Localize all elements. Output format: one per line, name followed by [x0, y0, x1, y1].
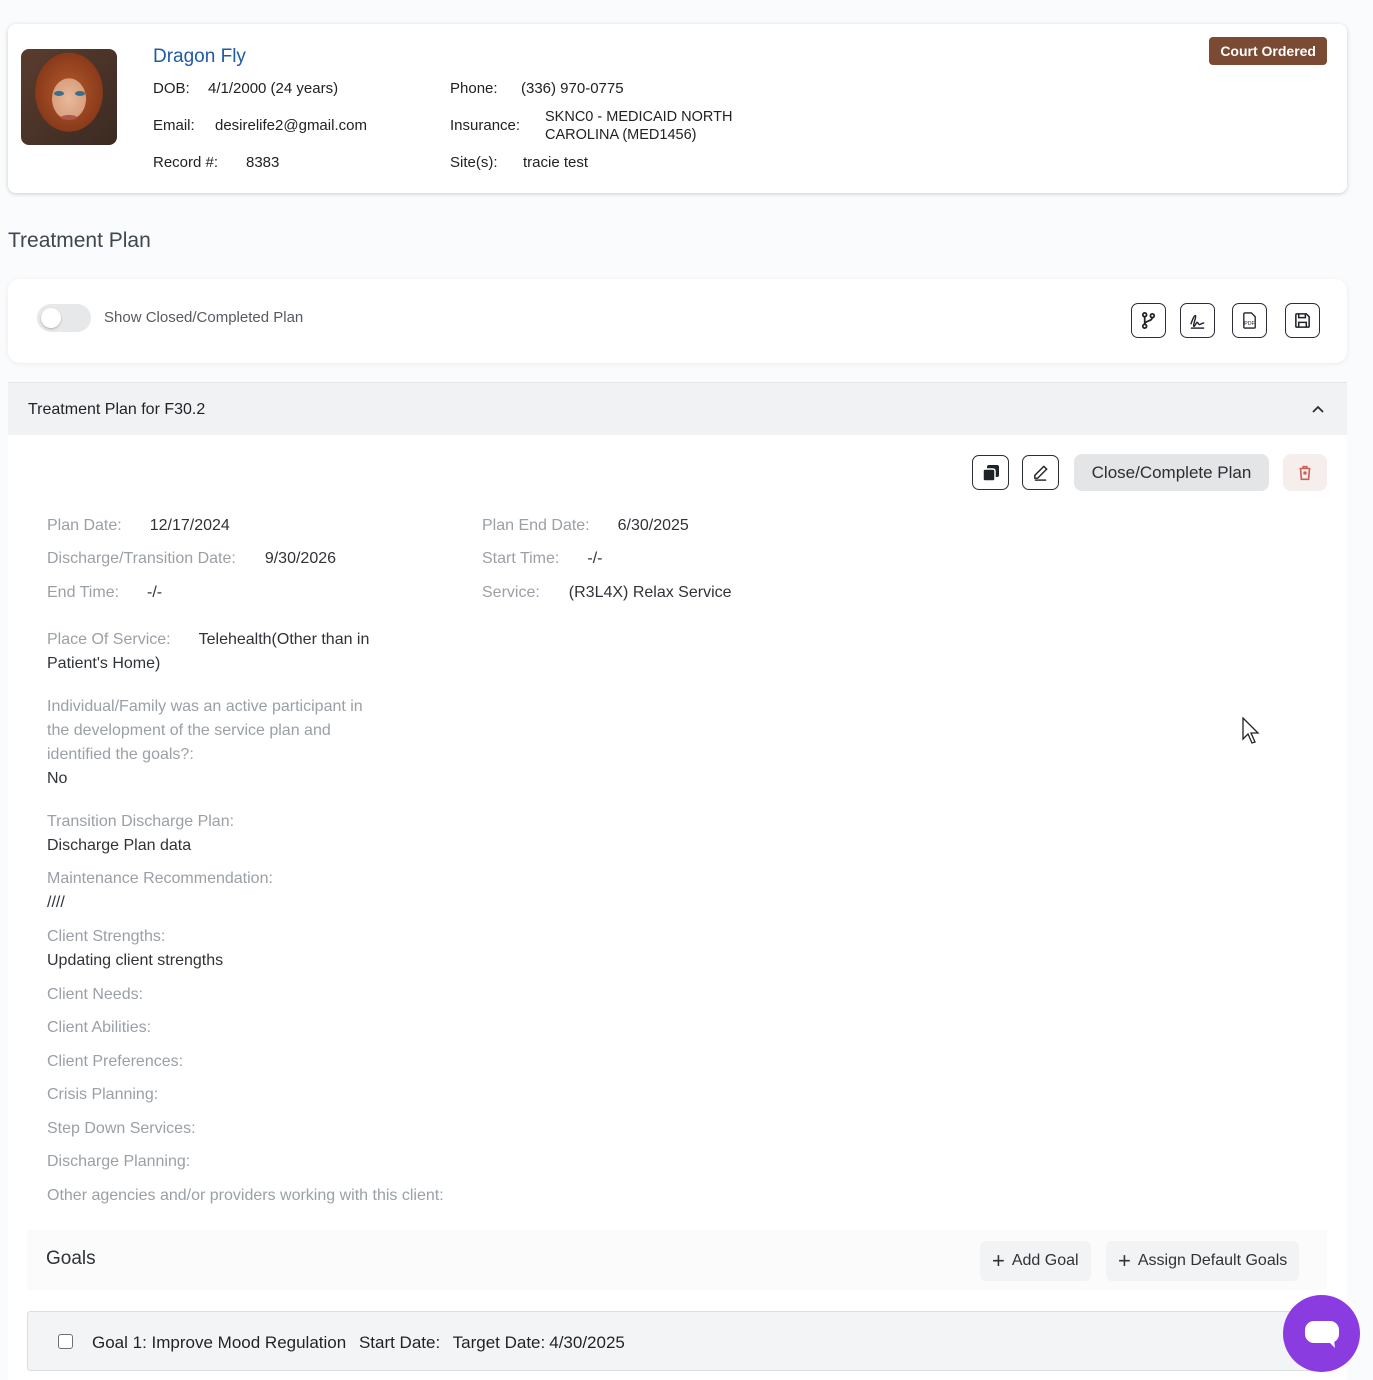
plan-accordion-title: Treatment Plan for F30.2: [28, 401, 206, 418]
delete-plan-button[interactable]: [1283, 454, 1327, 491]
plus-icon: +: [1118, 1248, 1131, 1273]
maintenance-recommendation: Maintenance Recommendation: ////: [47, 870, 273, 911]
plan-date: Plan Date: 12/17/2024: [47, 517, 230, 534]
edit-plan-button[interactable]: [1022, 455, 1059, 490]
client-sites: Site(s): tracie test: [450, 154, 589, 171]
discharge-planning: Discharge Planning:: [47, 1153, 191, 1170]
court-ordered-badge: Court Ordered: [1209, 37, 1327, 65]
pencil-icon: [1034, 465, 1048, 481]
sign-button[interactable]: [1180, 303, 1215, 338]
client-phone: Phone: (336) 970-0775: [450, 80, 624, 97]
plan-toolbar: Show Closed/Completed Plan PDF: [8, 279, 1347, 363]
close-complete-plan-button[interactable]: Close/Complete Plan: [1074, 454, 1269, 491]
crisis-planning: Crisis Planning:: [47, 1086, 159, 1103]
goal-checkbox[interactable]: [58, 1334, 73, 1349]
goal-row[interactable]: Goal 1: Improve Mood Regulation Start Da…: [27, 1311, 1327, 1371]
goals-header: Goals + Add Goal + Assign Default Goals: [27, 1230, 1327, 1290]
pdf-button[interactable]: PDF: [1232, 303, 1267, 338]
show-closed-toggle[interactable]: [37, 304, 91, 332]
pdf-icon: PDF: [1243, 312, 1256, 329]
branch-button[interactable]: [1131, 303, 1166, 338]
client-name-link[interactable]: Dragon Fly: [153, 46, 246, 68]
add-goal-button[interactable]: + Add Goal: [980, 1241, 1091, 1281]
transition-discharge-plan: Transition Discharge Plan: Discharge Pla…: [47, 813, 235, 854]
chat-button[interactable]: [1283, 1295, 1360, 1372]
page-title: Treatment Plan: [8, 229, 151, 252]
copy-icon: [981, 464, 999, 482]
chat-icon: [1304, 1320, 1339, 1348]
client-insurance: Insurance:: [450, 117, 521, 134]
place-of-service: Place Of Service: Telehealth(Other than i…: [47, 631, 370, 672]
other-agencies: Other agencies and/or providers working …: [47, 1187, 444, 1204]
plus-icon: +: [992, 1248, 1005, 1273]
end-time: End Time: -/-: [47, 584, 163, 601]
goals-title: Goals: [46, 1248, 96, 1269]
step-down-services: Step Down Services:: [47, 1120, 196, 1137]
chevron-up-icon[interactable]: [1311, 402, 1325, 416]
client-insurance-value: SKNC0 - MEDICAID NORTH CAROLINA (MED1456…: [545, 109, 733, 143]
mouse-cursor-icon: [1242, 717, 1260, 744]
svg-text:PDF: PDF: [1244, 321, 1254, 327]
show-closed-label: Show Closed/Completed Plan: [104, 309, 304, 326]
assign-default-goals-button[interactable]: + Assign Default Goals: [1106, 1241, 1300, 1281]
client-needs: Client Needs:: [47, 986, 144, 1003]
save-button[interactable]: [1285, 303, 1320, 338]
client-abilities: Client Abilities:: [47, 1019, 152, 1036]
client-email: Email: desirelife2@gmail.com: [153, 117, 367, 134]
plan-details: Close/Complete Plan Plan Date: 12/17/2024…: [8, 435, 1347, 1380]
client-strengths: Client Strengths: Updating client streng…: [47, 928, 224, 969]
discharge-transition-date: Discharge/Transition Date: 9/30/2026: [47, 550, 337, 567]
branch-icon: [1141, 312, 1156, 329]
client-header-card: Dragon Fly DOB: 4/1/2000 (24 years) Email…: [8, 24, 1347, 193]
trash-icon: [1299, 465, 1311, 480]
client-preferences: Client Preferences:: [47, 1053, 184, 1070]
plan-end-date: Plan End Date: 6/30/2025: [482, 517, 689, 534]
participant-question: Individual/Family was an active particip…: [47, 698, 363, 787]
client-avatar: [21, 49, 117, 145]
copy-plan-button[interactable]: [972, 455, 1009, 490]
plan-accordion-header[interactable]: Treatment Plan for F30.2: [8, 382, 1347, 435]
save-icon: [1295, 313, 1310, 328]
signature-icon: [1190, 314, 1205, 329]
goal-summary: Goal 1: Improve Mood Regulation Start Da…: [92, 1333, 625, 1352]
client-dob: DOB: 4/1/2000 (24 years): [153, 80, 339, 97]
service: Service: (R3L4X) Relax Service: [482, 584, 732, 601]
client-record: Record #: 8383: [153, 154, 280, 171]
start-time: Start Time: -/-: [482, 550, 603, 567]
